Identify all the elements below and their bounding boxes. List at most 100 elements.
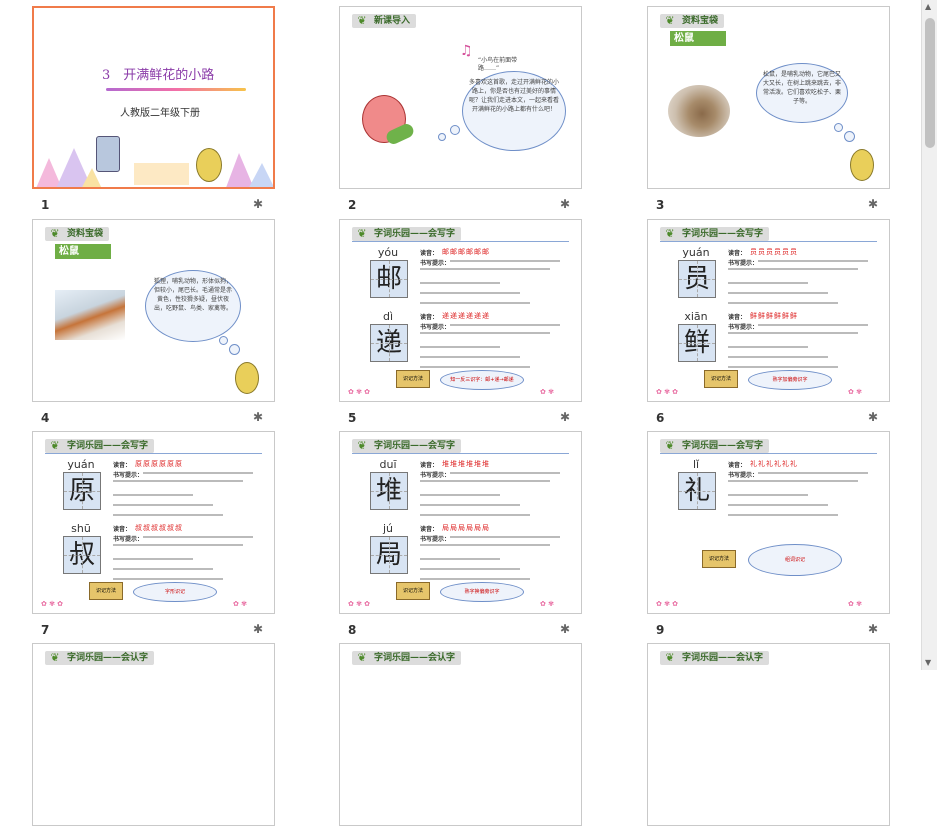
slide-transition-icon[interactable]: ✱ — [560, 410, 570, 424]
method-signboard: 识记方法 — [396, 370, 430, 388]
section-tag-label: 字词乐园——会认字 — [682, 653, 764, 663]
section-tag-label: 新课导入 — [374, 16, 411, 26]
slide-number: 5 — [348, 411, 357, 425]
slide-thumbnail-9[interactable]: ❦ 字词乐园——会写字 lǐ 礼 读音： 礼礼礼礼礼礼 书写提示： 识记方法 组词识记 ✿ ✾ ✿… — [647, 431, 890, 614]
pronounce-label: 读音： — [113, 462, 132, 469]
text-line — [420, 480, 550, 482]
pinyin: shū — [71, 522, 91, 535]
pinyin: xiān — [684, 310, 708, 323]
text-line — [728, 292, 828, 294]
leaf-icon: ❦ — [357, 439, 367, 452]
slide-thumbnail-10[interactable]: ❦ 字词乐园——会认字 — [32, 643, 275, 826]
text-line — [420, 346, 500, 348]
header-rule — [45, 453, 262, 454]
text-line — [420, 514, 530, 516]
text-line — [113, 568, 213, 570]
stroke-order: 员员员员员员 — [750, 248, 798, 256]
scroll-up-icon[interactable]: ▲ — [925, 2, 931, 11]
slide-thumbnail-7[interactable]: ❦ 字词乐园——会写字 yuán 原读音： 原原原原原原 书写提示： shū 叔读音： 叔叔叔叔… — [32, 431, 275, 614]
character-box: 员 — [678, 260, 716, 298]
scroll-down-icon[interactable]: ▼ — [925, 658, 931, 667]
text-line — [420, 494, 500, 496]
text-line — [758, 324, 868, 326]
pronounce-label: 读音： — [420, 314, 439, 321]
structure-label: 书写提示： — [728, 260, 759, 267]
flower-decoration: ✿ ✾ — [848, 388, 862, 396]
character-box: 递 — [370, 324, 408, 362]
stroke-order: 礼礼礼礼礼礼 — [750, 460, 798, 468]
header-rule — [660, 241, 877, 242]
section-tag: ❦ 字词乐园——会写字 — [352, 439, 462, 453]
text-line — [728, 504, 828, 506]
method-note: 字形识记 — [133, 582, 217, 602]
slide-transition-icon[interactable]: ✱ — [253, 410, 263, 424]
text-line — [420, 356, 520, 358]
slide-title: 3 开满鲜花的小路 — [102, 68, 215, 83]
section-tag: ❦ 字词乐园——会写字 — [45, 439, 155, 453]
section-tag-label: 资料宝袋 — [682, 16, 719, 26]
slide-transition-icon[interactable]: ✱ — [868, 622, 878, 636]
flower-decoration: ✿ ✾ ✿ — [656, 600, 679, 608]
pinyin: dì — [382, 310, 394, 323]
leaf-icon: ❦ — [665, 227, 675, 240]
slide-number: 2 — [348, 198, 357, 212]
text-line — [728, 366, 838, 368]
slide-thumbnail-8[interactable]: ❦ 字词乐园——会写字 duī 堆读音： 堆堆堆堆堆堆 书写提示： jú 局读音： 局局局局局局… — [339, 431, 582, 614]
scrollbar-thumb[interactable] — [925, 18, 935, 148]
text-line — [113, 544, 243, 546]
text-line — [420, 558, 500, 560]
stroke-order: 原原原原原原 — [135, 460, 183, 468]
slide-sorter-grid: 3 开满鲜花的小路 人教版二年级下册 1 ✱ ❦ 新课导入 ♫ “小鸟在前面带路……” 多喜欢这… — [0, 0, 920, 826]
text-line — [450, 472, 560, 474]
topic-label: 松鼠 — [55, 244, 111, 259]
text-line — [420, 366, 530, 368]
leaf-icon: ❦ — [665, 439, 675, 452]
vertical-scrollbar[interactable]: ▲ ▼ — [921, 0, 937, 670]
potato-cartoon — [850, 149, 874, 181]
slide-transition-icon[interactable]: ✱ — [560, 197, 570, 211]
text-line — [728, 346, 808, 348]
pinyin: yóu — [377, 246, 399, 259]
robot-cartoon — [96, 136, 120, 172]
slide-thumbnail-2[interactable]: ❦ 新课导入 ♫ “小鸟在前面带路……” 多喜欢这首歌，走过开满鲜花的小路上，你是否也有… — [339, 6, 582, 189]
structure-label: 书写提示： — [728, 472, 759, 479]
section-tag: ❦ 字词乐园——会认字 — [352, 651, 462, 665]
slide-thumbnail-1[interactable]: 3 开满鲜花的小路 人教版二年级下册 — [32, 6, 275, 189]
text-line — [728, 480, 858, 482]
potato-cartoon — [235, 362, 259, 394]
slide-transition-icon[interactable]: ✱ — [253, 197, 263, 211]
slide-thumbnail-11[interactable]: ❦ 字词乐园——会认字 — [339, 643, 582, 826]
slide-thumbnail-5[interactable]: ❦ 字词乐园——会写字 yóu 邮读音： 邮邮邮邮邮邮 书写提示： dì 递读音： 递递递递递递… — [339, 219, 582, 402]
section-tag-label: 字词乐园——会写字 — [67, 441, 149, 451]
text-line — [420, 504, 520, 506]
slide-thumbnail-3[interactable]: ❦ 资料宝袋 松鼠 松鼠，是哺乳动物，它尾巴又大又长，在树上跳来跳去，非常活泼。它们喜… — [647, 6, 890, 189]
structure-label: 书写提示： — [728, 324, 759, 331]
slide-thumbnail-4[interactable]: ❦ 资料宝袋 松鼠 狐狸，哺乳动物，形体似狗，但较小，尾巴长。毛通常是赤黄色，性狡猾多… — [32, 219, 275, 402]
pronounce-label: 读音： — [113, 526, 132, 533]
structure-label: 书写提示： — [420, 324, 451, 331]
text-line — [450, 260, 560, 262]
slide-transition-icon[interactable]: ✱ — [868, 410, 878, 424]
header-rule — [352, 241, 569, 242]
text-line — [728, 302, 838, 304]
slide-transition-icon[interactable]: ✱ — [868, 197, 878, 211]
pronounce-label: 读音： — [420, 526, 439, 533]
slide-thumbnail-6[interactable]: ❦ 字词乐园——会写字 yuán 员读音： 员员员员员员 书写提示： xiān 鲜读音： 鲜鲜鲜… — [647, 219, 890, 402]
stroke-order: 邮邮邮邮邮邮 — [442, 248, 490, 256]
method-signboard: 识记方法 — [702, 550, 736, 568]
slide-transition-icon[interactable]: ✱ — [560, 622, 570, 636]
slide-thumbnail-12[interactable]: ❦ 字词乐园——会认字 — [647, 643, 890, 826]
text-line — [450, 536, 560, 538]
slide-transition-icon[interactable]: ✱ — [253, 622, 263, 636]
pinyin: yuán — [67, 458, 95, 471]
section-tag-label: 字词乐园——会写字 — [682, 229, 764, 239]
section-tag-label: 字词乐园——会写字 — [374, 441, 456, 451]
text-line — [143, 536, 253, 538]
leaf-icon: ❦ — [665, 14, 675, 27]
stroke-order: 局局局局局局 — [442, 524, 490, 532]
cloud-bubble — [219, 336, 228, 345]
stroke-order: 鲜鲜鲜鲜鲜鲜 — [750, 312, 798, 320]
text-line — [113, 494, 193, 496]
flower-decoration: ✿ ✾ — [540, 600, 554, 608]
section-tag: ❦ 字词乐园——会写字 — [660, 439, 770, 453]
